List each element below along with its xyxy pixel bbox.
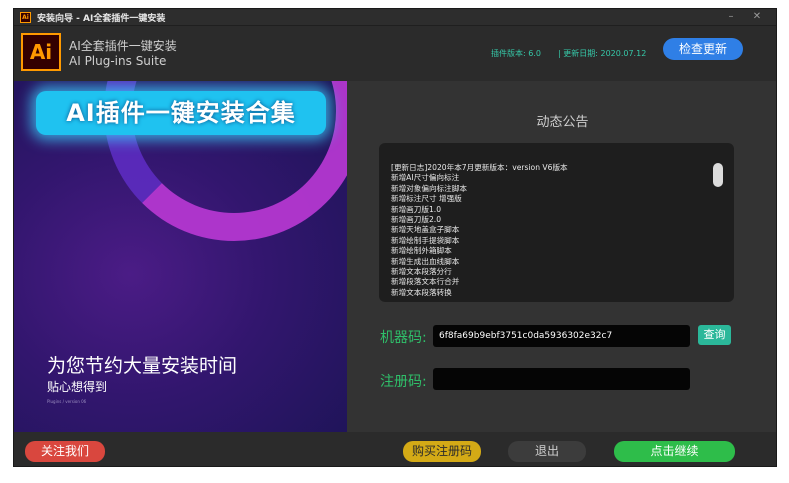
registration-code-label: 注册码:	[380, 374, 427, 390]
exit-button[interactable]: 退出	[508, 441, 586, 462]
notice-box[interactable]: [更新日志]2020年本7月更新版本：version V6版本 新增AI尺寸偏向标…	[379, 143, 734, 302]
update-date: | 更新日期: 2020.07.12	[558, 49, 647, 58]
notice-line: 新增天地盖盒子脚本	[391, 225, 460, 235]
headline-badge: AI插件一键安装合集	[36, 91, 326, 135]
notice-line: 新增绘制外箱脚本	[391, 246, 452, 256]
footer: 关注我们 购买注册码 退出 点击继续	[14, 432, 776, 466]
buy-registration-button[interactable]: 购买注册码	[403, 441, 481, 462]
query-button[interactable]: 查询	[698, 325, 731, 345]
notice-lines: [更新日志]2020年本7月更新版本：version V6版本 新增AI尺寸偏向标…	[391, 163, 709, 298]
notice-title: 动态公告	[536, 115, 589, 130]
follow-us-button[interactable]: 关注我们	[25, 441, 105, 462]
notice-line: [更新日志]2020年本7月更新版本：version V6版本	[391, 163, 568, 172]
machine-code-label: 机器码:	[380, 330, 427, 346]
notice-line: 新增对象偏向标注脚本	[391, 183, 467, 193]
banner-slogan: 为您节约大量安装时间	[47, 355, 238, 377]
notice-line: 新增画刀版2.0	[391, 215, 442, 225]
machine-code-field[interactable]	[433, 325, 690, 347]
notice-line: 新增标注尺寸 增强版	[391, 194, 462, 204]
title-bar: Ai 安装向导 - AI全套插件一键安装 – ✕	[14, 9, 776, 26]
ai-logo-icon: Ai	[21, 33, 61, 71]
banner-sub-slogan: 贴心想得到	[47, 380, 108, 394]
window-title: 安装向导 - AI全套插件一键安装	[37, 14, 166, 24]
notice-line: 新增生成出血线脚本	[391, 256, 460, 266]
notice-line: 新增AI尺寸偏向标注	[391, 173, 460, 183]
ai-app-icon: Ai	[20, 12, 31, 23]
check-update-button[interactable]: 检查更新	[663, 38, 743, 60]
banner-small-print: Plugins / version 06	[47, 399, 87, 404]
installer-window: Ai 安装向导 - AI全套插件一键安装 – ✕ Ai AI全套插件一键安装 A…	[13, 8, 777, 467]
notice-line: 新增段落文本行合并	[391, 277, 460, 287]
minimize-icon[interactable]: –	[723, 10, 739, 24]
notice-line: 新增绘制手提袋脚本	[391, 235, 460, 245]
notice-line: 新增画刀版1.0	[391, 204, 442, 214]
notice-line: 新增文本段落转换	[391, 287, 452, 297]
registration-code-field[interactable]	[433, 368, 690, 390]
app-name-cn: AI全套插件一键安装	[69, 39, 177, 53]
plugin-version: 插件版本: 6.0	[491, 49, 541, 58]
promo-banner: AI插件一键安装合集 为您节约大量安装时间 贴心想得到 Plugins / ve…	[14, 81, 347, 432]
continue-button[interactable]: 点击继续	[614, 441, 735, 462]
header: Ai AI全套插件一键安装 AI Plug-ins Suite 插件版本: 6.…	[14, 27, 776, 81]
scrollbar-thumb[interactable]	[713, 163, 723, 187]
right-panel: 动态公告 [更新日志]2020年本7月更新版本：version V6版本 新增AI…	[347, 81, 776, 432]
app-name-en: AI Plug-ins Suite	[69, 54, 167, 68]
notice-line: 新增文本段落分行	[391, 267, 452, 277]
banner-headline: AI插件一键安装合集	[66, 99, 296, 127]
close-icon[interactable]: ✕	[749, 10, 765, 24]
